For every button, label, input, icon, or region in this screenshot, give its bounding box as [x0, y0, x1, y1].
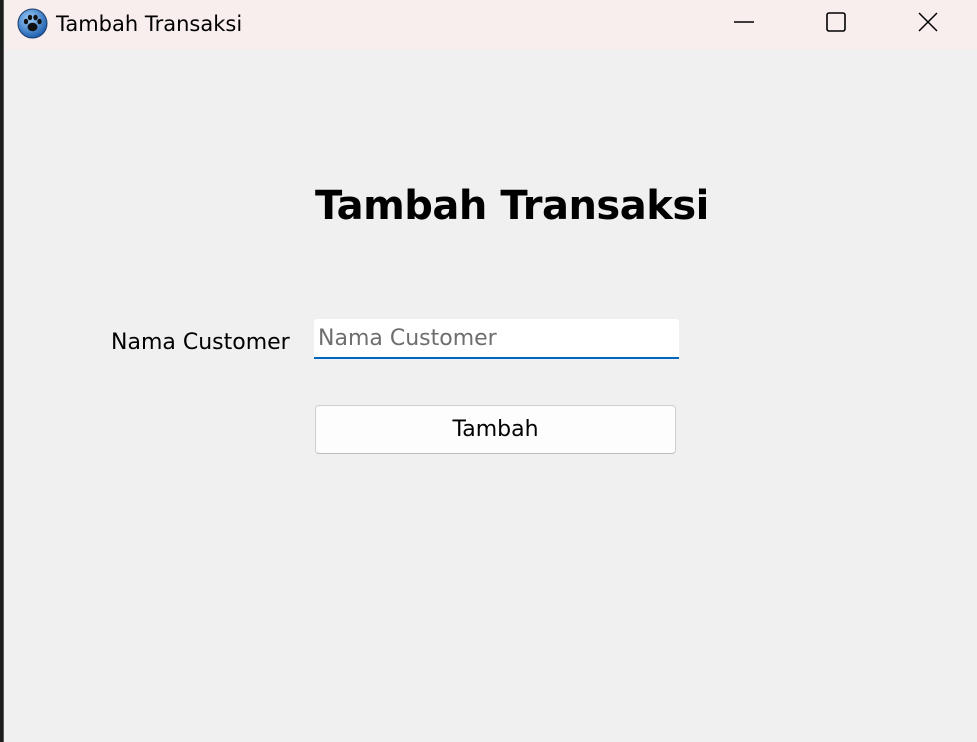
window-title: Tambah Transaksi	[56, 12, 243, 36]
app-window: Tambah Transaksi Tambah Transaksi Nama C…	[3, 0, 977, 742]
close-button[interactable]	[882, 0, 974, 48]
title-bar[interactable]: Tambah Transaksi	[4, 0, 977, 50]
customer-name-label: Nama Customer	[111, 330, 290, 355]
tambah-button[interactable]: Tambah	[315, 405, 676, 454]
maximize-button[interactable]	[790, 0, 882, 48]
close-icon	[918, 12, 938, 36]
customer-name-input[interactable]	[314, 319, 679, 359]
maximize-icon	[826, 12, 846, 36]
paw-app-icon	[17, 8, 48, 39]
page-title: Tambah Transaksi	[315, 183, 709, 229]
minimize-button[interactable]	[698, 0, 790, 48]
minimize-icon	[734, 12, 754, 36]
